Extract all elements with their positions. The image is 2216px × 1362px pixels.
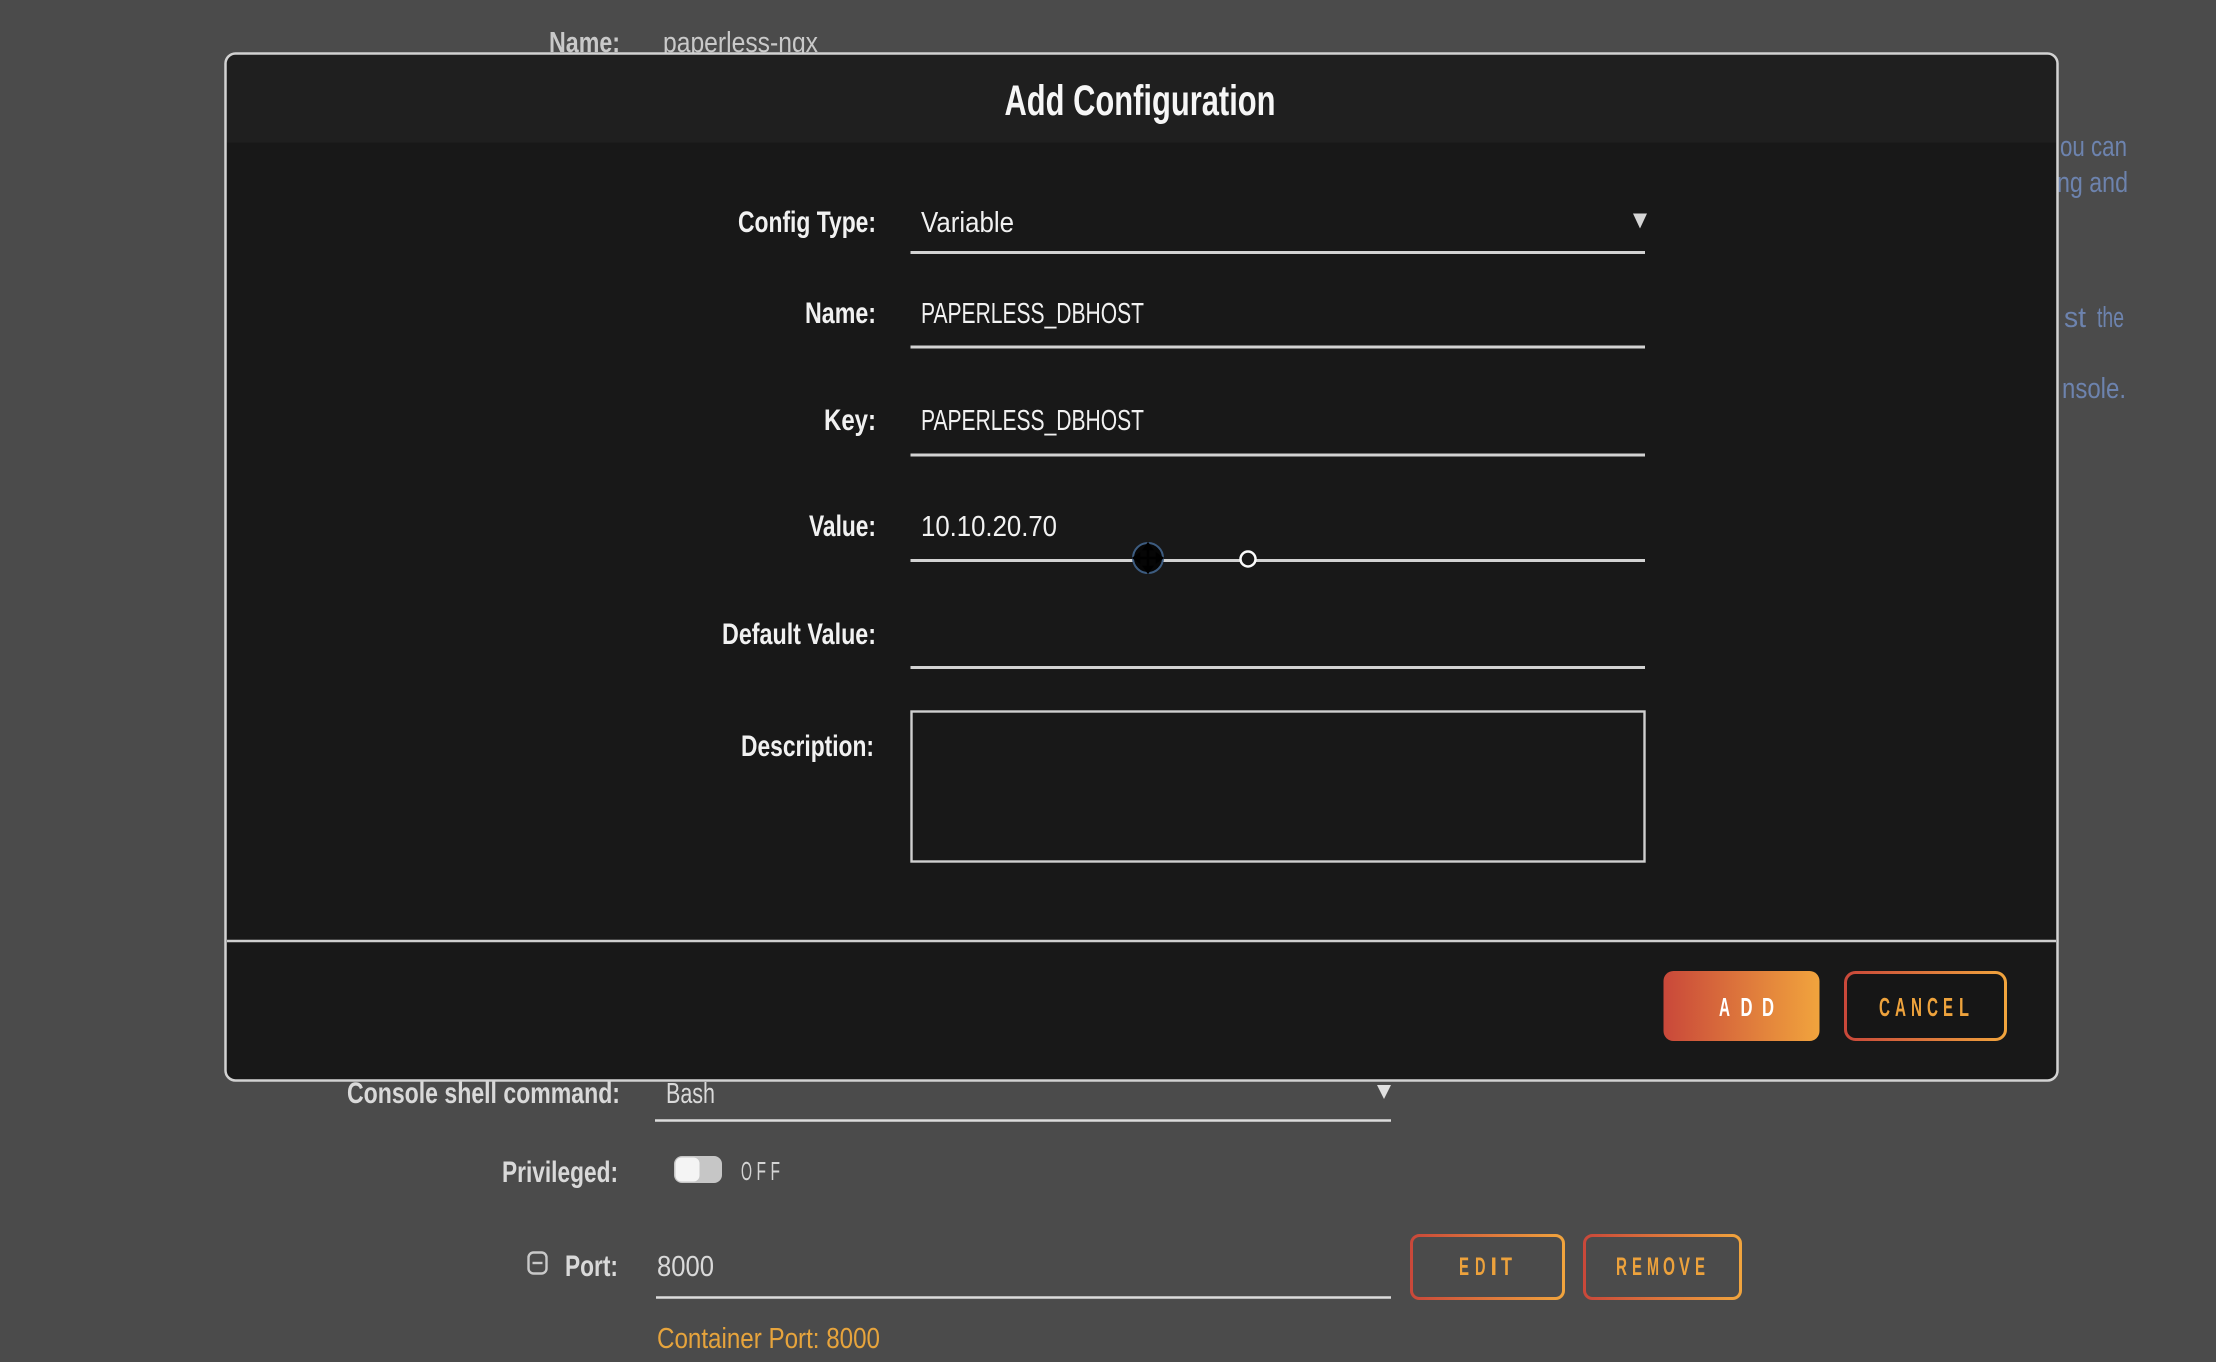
svg-text:V: V bbox=[1679, 1253, 1690, 1281]
svg-text:D: D bbox=[1475, 1253, 1486, 1281]
svg-text:E: E bbox=[1943, 992, 1953, 1022]
svg-text:Bash: Bash bbox=[666, 1078, 715, 1110]
svg-text:Add Configuration: Add Configuration bbox=[1005, 77, 1276, 125]
svg-text:F: F bbox=[757, 1156, 767, 1186]
svg-text:E: E bbox=[1695, 1253, 1705, 1281]
svg-text:Container Port: 8000: Container Port: 8000 bbox=[657, 1323, 880, 1355]
svg-text:N: N bbox=[1911, 992, 1922, 1022]
svg-text:I: I bbox=[1491, 1253, 1498, 1281]
svg-text:E: E bbox=[1459, 1253, 1469, 1281]
svg-text:8000: 8000 bbox=[657, 1251, 714, 1283]
svg-text:Default Value:: Default Value: bbox=[722, 618, 876, 651]
svg-text:Key:: Key: bbox=[824, 404, 876, 437]
svg-text:E: E bbox=[1632, 1253, 1642, 1281]
svg-text:T: T bbox=[1501, 1253, 1512, 1281]
svg-text:F: F bbox=[771, 1156, 781, 1186]
svg-text:Privileged:: Privileged: bbox=[502, 1156, 618, 1189]
svg-text:Port:: Port: bbox=[565, 1250, 618, 1283]
svg-text:R: R bbox=[1616, 1253, 1627, 1281]
svg-text:10.10.20.70: 10.10.20.70 bbox=[921, 511, 1057, 543]
svg-text:the: the bbox=[2097, 302, 2124, 334]
svg-text:Name:: Name: bbox=[805, 297, 876, 330]
svg-text:A: A bbox=[1895, 992, 1906, 1022]
svg-text:Value:: Value: bbox=[809, 510, 876, 543]
svg-text:ng and: ng and bbox=[2057, 167, 2128, 199]
svg-text:PAPERLESS_DBHOST: PAPERLESS_DBHOST bbox=[921, 298, 1144, 330]
svg-text:nsole.: nsole. bbox=[2062, 373, 2126, 405]
svg-text:D: D bbox=[1762, 992, 1774, 1022]
svg-text:C: C bbox=[1879, 992, 1890, 1022]
svg-text:ou can: ou can bbox=[2060, 131, 2127, 163]
svg-text:O: O bbox=[1663, 1253, 1675, 1281]
svg-text:Variable: Variable bbox=[921, 207, 1014, 239]
svg-text:PAPERLESS_DBHOST: PAPERLESS_DBHOST bbox=[921, 405, 1144, 437]
svg-text:A: A bbox=[1719, 992, 1730, 1022]
svg-text:O: O bbox=[741, 1156, 752, 1186]
svg-text:D: D bbox=[1741, 992, 1753, 1022]
svg-text:Description:: Description: bbox=[741, 730, 874, 763]
svg-text:Console shell command:: Console shell command: bbox=[347, 1077, 620, 1110]
svg-text:Config Type:: Config Type: bbox=[738, 206, 876, 239]
svg-text:C: C bbox=[1927, 992, 1938, 1022]
svg-text:L: L bbox=[1959, 992, 1969, 1022]
svg-text:st: st bbox=[2064, 302, 2086, 334]
svg-text:M: M bbox=[1647, 1253, 1659, 1281]
